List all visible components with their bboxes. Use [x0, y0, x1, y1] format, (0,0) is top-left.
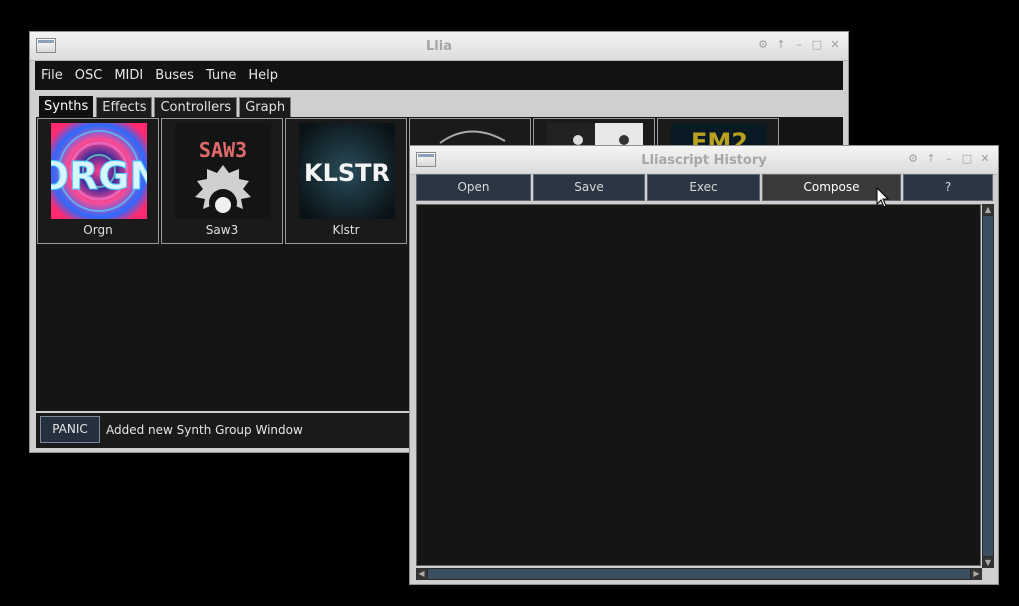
scroll-up-icon[interactable]: ▲	[982, 204, 994, 215]
history-toolbar: Open Save Exec Compose ?	[415, 173, 993, 203]
synth-tile-klstr[interactable]: KLSTR Klstr	[285, 118, 407, 244]
lliascript-history-window: Lliascript History ⚙ ↑ – □ ✕ Open Save E…	[409, 145, 999, 585]
synth-label-klstr: Klstr	[332, 223, 360, 237]
menu-bar: File OSC MIDI Buses Tune Help	[35, 61, 843, 90]
maximize-icon[interactable]: □	[960, 152, 974, 166]
maximize-icon[interactable]: □	[810, 38, 824, 52]
synth-label-orgn: Orgn	[83, 223, 113, 237]
menu-help[interactable]: Help	[242, 68, 284, 83]
raise-icon[interactable]: ↑	[774, 38, 788, 52]
mouse-cursor-icon	[876, 187, 890, 208]
vertical-scroll-thumb[interactable]	[983, 216, 993, 556]
saw3-logo-text: SAW3	[199, 138, 247, 162]
scroll-down-icon[interactable]: ▼	[982, 557, 994, 568]
panic-button[interactable]: PANIC	[40, 416, 100, 443]
close-icon[interactable]: ✕	[828, 38, 842, 52]
exec-button[interactable]: Exec	[647, 174, 760, 201]
klstr-logo-text: KLSTR	[304, 159, 390, 187]
synth-tile-saw3[interactable]: SAW3 Saw3	[161, 118, 283, 244]
help-button[interactable]: ?	[903, 174, 993, 201]
save-button[interactable]: Save	[533, 174, 645, 201]
synth-label-saw3: Saw3	[205, 223, 239, 237]
menu-midi[interactable]: MIDI	[108, 68, 149, 83]
saw3-logo: SAW3	[175, 123, 271, 219]
minimize-icon[interactable]: –	[942, 152, 956, 166]
settings-icon[interactable]: ⚙	[756, 38, 770, 52]
synth-tile-orgn[interactable]: ORGN Orgn	[37, 118, 159, 244]
tab-controllers[interactable]: Controllers	[154, 97, 238, 118]
scroll-right-icon[interactable]: ▶	[971, 568, 982, 580]
horizontal-scrollbar[interactable]: ◀ ▶	[416, 568, 982, 580]
main-window-title: Llia	[426, 39, 452, 54]
menu-file[interactable]: File	[35, 68, 69, 83]
menu-tune[interactable]: Tune	[200, 68, 242, 83]
minimize-icon[interactable]: –	[792, 38, 806, 52]
fm2-logo-text: FM2	[691, 128, 748, 145]
main-titlebar[interactable]: Llia ⚙ ↑ – □ ✕	[30, 32, 848, 61]
tab-graph[interactable]: Graph	[239, 97, 292, 118]
close-icon[interactable]: ✕	[978, 152, 992, 166]
orgn-logo-text: ORGN	[51, 154, 147, 198]
orgn-logo: ORGN	[51, 123, 147, 219]
history-titlebar[interactable]: Lliascript History ⚙ ↑ – □ ✕	[410, 146, 998, 175]
status-message: Added new Synth Group Window	[106, 423, 303, 437]
tab-synths[interactable]: Synths	[38, 95, 95, 118]
settings-icon[interactable]: ⚙	[906, 152, 920, 166]
menu-osc[interactable]: OSC	[69, 68, 109, 83]
tab-bar: Synths Effects Controllers Graph	[38, 95, 292, 118]
horizontal-scroll-thumb[interactable]	[428, 569, 970, 579]
history-text-area[interactable]	[416, 204, 981, 566]
vertical-scrollbar[interactable]: ▲ ▼	[982, 204, 994, 568]
open-button[interactable]: Open	[416, 174, 531, 201]
klstr-logo: KLSTR	[299, 123, 395, 219]
tab-effects[interactable]: Effects	[96, 97, 153, 118]
scroll-left-icon[interactable]: ◀	[416, 568, 427, 580]
raise-icon[interactable]: ↑	[924, 152, 938, 166]
menu-buses[interactable]: Buses	[149, 68, 200, 83]
